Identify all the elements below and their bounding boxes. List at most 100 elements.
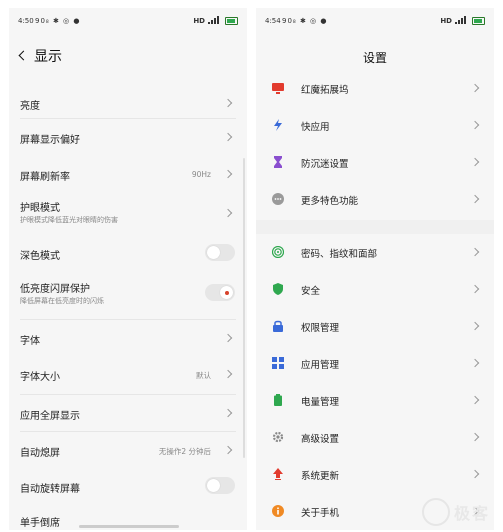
- chevron-right-icon: [470, 284, 480, 294]
- settings-item-dock[interactable]: 红魔拓展坞: [256, 70, 494, 107]
- item-title: 应用全屏显示: [20, 411, 80, 422]
- settings-item-app-management[interactable]: 应用管理: [256, 345, 494, 382]
- lightning-icon: [274, 119, 282, 131]
- status-icons: 90₈ ✱ ◎ ●: [35, 17, 81, 25]
- settings-item-permissions[interactable]: 权限管理: [256, 308, 494, 345]
- battery-icon: [472, 17, 485, 25]
- item-subtitle: 降低屏幕在低亮度时的闪烁: [20, 297, 104, 305]
- section-gap: [256, 220, 494, 234]
- list-item-font-size[interactable]: 字体大小 默认: [9, 356, 247, 392]
- list-item-screen-timeout[interactable]: 自动熄屏 无操作2 分钟后: [9, 432, 247, 468]
- item-title: 低亮度闪屏保护: [20, 284, 90, 295]
- chevron-right-icon: [223, 369, 233, 379]
- page-title: 显示: [34, 49, 62, 65]
- item-title: 字体大小: [20, 372, 60, 383]
- list-item-dark-mode[interactable]: 深色模式: [9, 235, 247, 270]
- item-value: 90Hz: [191, 170, 211, 179]
- item-title: 关于手机: [301, 508, 340, 519]
- item-title: 安全: [301, 286, 321, 297]
- gear-icon: [272, 431, 284, 443]
- fingerprint-icon: [272, 246, 284, 258]
- display-settings-screen: 4:50 90₈ ✱ ◎ ● HD 显示 亮度 屏幕显示偏好 屏幕刷新率 90H…: [9, 8, 247, 530]
- auto-rotate-toggle[interactable]: [205, 477, 235, 494]
- list-item-refresh-rate[interactable]: 屏幕刷新率 90Hz: [9, 156, 247, 193]
- item-title: 更多特色功能: [301, 196, 359, 207]
- chevron-right-icon: [223, 333, 233, 343]
- list-item-eye-care[interactable]: 护眼模式 护眼模式降低蓝光对眼睛的伤害: [9, 193, 247, 235]
- list-item-brightness[interactable]: 亮度: [9, 88, 247, 118]
- list-item-fullscreen-apps[interactable]: 应用全屏显示: [9, 395, 247, 431]
- chevron-right-icon: [223, 132, 233, 142]
- item-title: 屏幕刷新率: [20, 172, 70, 183]
- info-icon: [272, 505, 284, 517]
- chevron-right-icon: [470, 395, 480, 405]
- item-title: 红魔拓展坞: [301, 85, 349, 96]
- status-time: 4:50: [18, 17, 34, 25]
- settings-item-advanced[interactable]: 高级设置: [256, 419, 494, 456]
- status-time: 4:54: [265, 17, 281, 25]
- settings-item-quick-apps[interactable]: 快应用: [256, 107, 494, 144]
- chevron-right-icon: [223, 445, 233, 455]
- settings-item-more-features[interactable]: 更多特色功能: [256, 181, 494, 218]
- settings-item-passwords[interactable]: 密码、指纹和面部: [256, 234, 494, 271]
- item-title: 自动旋转屏幕: [20, 484, 80, 495]
- settings-item-battery[interactable]: 电量管理: [256, 382, 494, 419]
- chevron-right-icon: [223, 169, 233, 179]
- shield-icon: [273, 283, 283, 295]
- item-title: 自动熄屏: [20, 448, 60, 459]
- chevron-right-icon: [470, 157, 480, 167]
- more-icon: [272, 193, 284, 205]
- status-bar: 4:50 90₈ ✱ ◎ ● HD: [9, 8, 247, 34]
- status-hd: HD: [440, 17, 452, 25]
- chevron-right-icon: [223, 208, 233, 218]
- grid-icon: [272, 357, 284, 369]
- item-title: 深色模式: [20, 251, 60, 262]
- list-item-display-preference[interactable]: 屏幕显示偏好: [9, 119, 247, 156]
- item-title: 护眼模式: [20, 203, 60, 214]
- list-item-auto-rotate[interactable]: 自动旋转屏幕: [9, 468, 247, 504]
- chevron-right-icon: [470, 194, 480, 204]
- item-title: 快应用: [301, 122, 330, 133]
- item-title: 权限管理: [301, 323, 340, 334]
- item-title: 单手倒席: [20, 518, 60, 529]
- item-title: 应用管理: [301, 360, 340, 371]
- battery-icon: [274, 394, 282, 406]
- battery-icon: [225, 17, 238, 25]
- back-icon[interactable]: [18, 50, 29, 61]
- page-title: 设置: [362, 51, 387, 65]
- status-hd: HD: [193, 17, 205, 25]
- chevron-right-icon: [470, 469, 480, 479]
- settings-screen: 4:54 90₈ ✱ ◎ ● HD 设置 红魔拓展坞 快应用 防沉迷设置 更多特…: [256, 8, 494, 530]
- item-title: 高级设置: [301, 434, 340, 445]
- watermark: 极客: [453, 504, 490, 523]
- item-title: 屏幕显示偏好: [20, 135, 80, 146]
- item-title: 密码、指纹和面部: [301, 249, 378, 260]
- item-value: 默认: [196, 371, 211, 380]
- list-item-font[interactable]: 字体: [9, 320, 247, 356]
- watermark-logo-icon: [422, 498, 450, 526]
- status-icons: 90₈ ✱ ◎ ●: [282, 17, 328, 25]
- item-title: 字体: [20, 336, 40, 347]
- item-title: 亮度: [20, 101, 40, 112]
- dark-mode-toggle[interactable]: [205, 244, 235, 261]
- home-indicator[interactable]: [79, 525, 179, 528]
- item-subtitle: 护眼模式降低蓝光对眼睛的伤害: [20, 216, 118, 224]
- lock-icon: [273, 320, 283, 332]
- settings-item-security[interactable]: 安全: [256, 271, 494, 308]
- chevron-right-icon: [470, 432, 480, 442]
- page-header: 显示: [18, 46, 62, 66]
- hourglass-icon: [274, 156, 282, 168]
- item-title: 电量管理: [301, 397, 340, 408]
- monitor-icon: [272, 83, 284, 94]
- settings-item-anti-addiction[interactable]: 防沉迷设置: [256, 144, 494, 181]
- list-item-flicker-protection[interactable]: 低亮度闪屏保护 降低屏幕在低亮度时的闪烁: [9, 270, 247, 314]
- signal-icon: [208, 16, 219, 24]
- update-icon: [273, 468, 283, 480]
- settings-item-system-update[interactable]: 系统更新: [256, 456, 494, 493]
- flicker-protection-toggle[interactable]: [205, 284, 235, 301]
- chevron-right-icon: [223, 98, 233, 108]
- item-title: 防沉迷设置: [301, 159, 349, 170]
- chevron-right-icon: [470, 83, 480, 93]
- chevron-right-icon: [223, 408, 233, 418]
- scrollbar[interactable]: [243, 158, 245, 458]
